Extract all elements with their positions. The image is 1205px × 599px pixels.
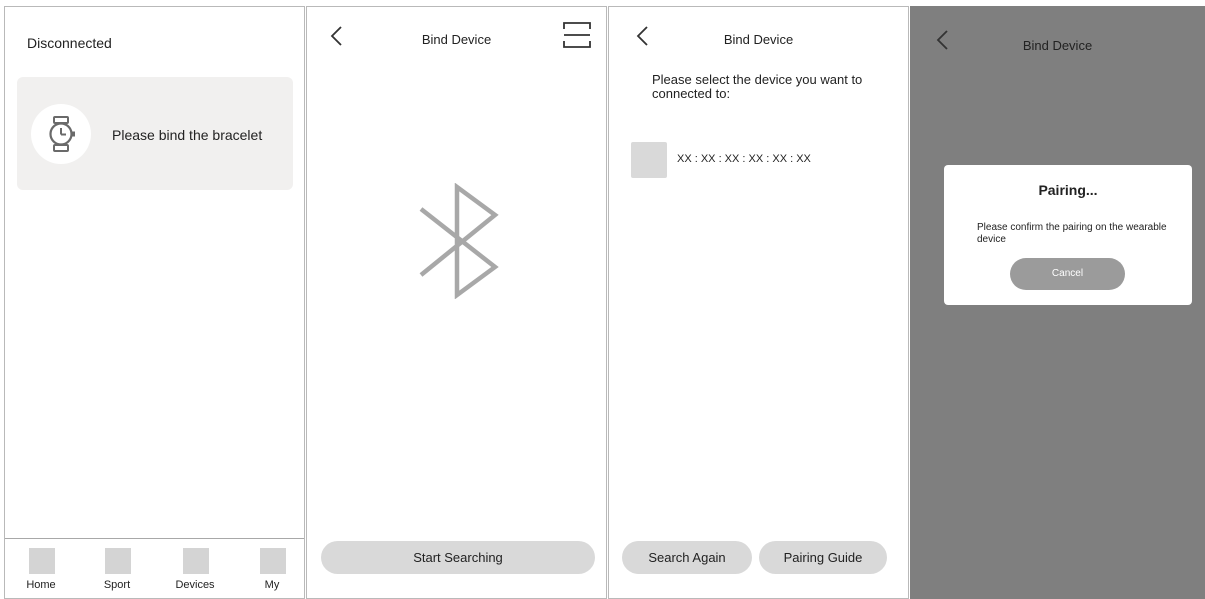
device-mac-address: XX : XX : XX : XX : XX : XX — [677, 153, 811, 165]
bottom-tab-bar: Home Sport Devices My — [5, 538, 304, 598]
home-screen: Disconnected Please bind the bracelet Ho… — [4, 6, 305, 599]
tab-sport-label: Sport — [103, 579, 131, 591]
bind-bracelet-card[interactable]: Please bind the bracelet — [17, 77, 293, 190]
scan-icon[interactable] — [562, 20, 592, 50]
connection-status: Disconnected — [27, 35, 112, 51]
my-icon — [260, 548, 286, 574]
page-title: Bind Device — [1022, 38, 1093, 53]
devices-icon — [183, 548, 209, 574]
bind-device-search-screen: Bind Device Start Searching — [306, 6, 607, 599]
tab-my[interactable]: My — [242, 539, 302, 598]
pairing-dialog-screen: Bind Device Pairing... Please confirm th… — [910, 6, 1205, 599]
tab-my-label: My — [264, 579, 280, 591]
page-title: Bind Device — [723, 32, 794, 47]
pairing-guide-button[interactable]: Pairing Guide — [759, 541, 887, 574]
select-device-prompt: Please select the device you want to con… — [652, 72, 863, 101]
tab-home[interactable]: Home — [11, 539, 71, 598]
cancel-button[interactable]: Cancel — [1010, 258, 1125, 290]
tab-devices-label: Devices — [175, 579, 215, 591]
bluetooth-icon — [419, 183, 499, 299]
dialog-message: Please confirm the pairing on the wearab… — [977, 222, 1167, 245]
search-again-button[interactable]: Search Again — [622, 541, 752, 574]
watch-icon — [49, 116, 75, 152]
home-icon — [29, 548, 55, 574]
bind-bracelet-label: Please bind the bracelet — [112, 127, 263, 143]
device-thumbnail — [631, 142, 667, 178]
pairing-dialog: Pairing... Please confirm the pairing on… — [944, 165, 1192, 305]
tab-sport[interactable]: Sport — [87, 539, 147, 598]
sport-icon — [105, 548, 131, 574]
tab-devices[interactable]: Devices — [165, 539, 225, 598]
watch-icon-circle — [31, 104, 91, 164]
select-device-screen: Bind Device Please select the device you… — [608, 6, 909, 599]
start-searching-button[interactable]: Start Searching — [321, 541, 595, 574]
dialog-title: Pairing... — [1038, 182, 1098, 198]
tab-home-label: Home — [26, 579, 56, 591]
device-list-item[interactable]: XX : XX : XX : XX : XX : XX — [631, 142, 891, 178]
